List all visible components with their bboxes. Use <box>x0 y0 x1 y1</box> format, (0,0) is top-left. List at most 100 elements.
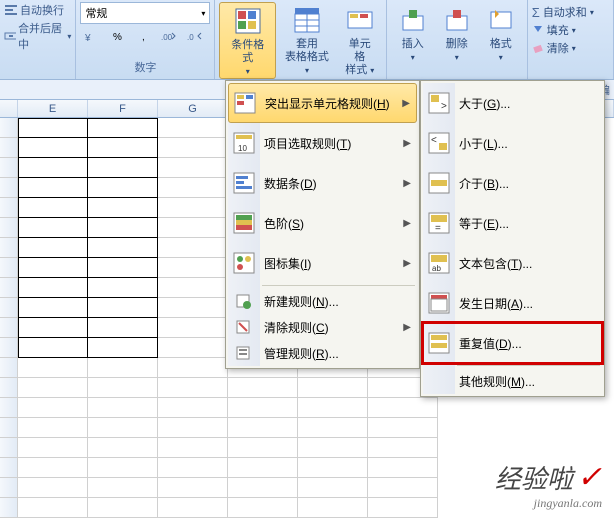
cell[interactable] <box>298 398 368 418</box>
comma-button[interactable]: , <box>132 26 154 48</box>
cell[interactable] <box>298 438 368 458</box>
menu-item[interactable]: 发生日期(A)... <box>423 283 602 323</box>
menu-item[interactable]: >大于(G)... <box>423 83 602 123</box>
cell[interactable] <box>228 478 298 498</box>
menu-item[interactable]: 突出显示单元格规则(H)▶ <box>228 83 417 123</box>
cell[interactable] <box>158 478 228 498</box>
cell[interactable] <box>88 478 158 498</box>
cell[interactable] <box>18 258 88 278</box>
cell[interactable] <box>18 358 88 378</box>
cell[interactable] <box>158 298 228 318</box>
cell[interactable] <box>298 378 368 398</box>
menu-item[interactable]: 数据条(D)▶ <box>228 163 417 203</box>
increase-decimal-button[interactable]: .00 <box>158 26 180 48</box>
menu-item[interactable]: 色阶(S)▶ <box>228 203 417 243</box>
menu-item[interactable]: ab文本包含(T)... <box>423 243 602 283</box>
menu-item-other-rules[interactable]: 其他规则(M)... <box>423 368 602 394</box>
cell[interactable] <box>88 378 158 398</box>
autosum-button[interactable]: Σ 自动求和▾ <box>532 4 594 20</box>
cell[interactable] <box>88 218 158 238</box>
cell[interactable] <box>18 158 88 178</box>
cell[interactable] <box>228 498 298 518</box>
cell[interactable] <box>88 458 158 478</box>
cell[interactable] <box>368 458 438 478</box>
cell[interactable] <box>298 418 368 438</box>
cell[interactable] <box>18 418 88 438</box>
cell[interactable] <box>158 438 228 458</box>
cell[interactable] <box>88 398 158 418</box>
cell[interactable] <box>298 498 368 518</box>
cell[interactable] <box>158 138 228 158</box>
cell[interactable] <box>18 498 88 518</box>
cell[interactable] <box>158 198 228 218</box>
cell[interactable] <box>158 338 228 358</box>
percent-button[interactable]: % <box>106 26 128 48</box>
cell[interactable] <box>228 438 298 458</box>
cell[interactable] <box>368 418 438 438</box>
cell[interactable] <box>158 258 228 278</box>
cell[interactable] <box>158 238 228 258</box>
conditional-formatting-button[interactable]: 条件格式 ▾ <box>219 2 276 79</box>
wrap-text-button[interactable]: 自动换行 <box>4 2 64 18</box>
menu-item[interactable]: 10项目选取规则(T)▶ <box>228 123 417 163</box>
menu-item[interactable]: 图标集(I)▶ <box>228 243 417 283</box>
cell[interactable] <box>158 318 228 338</box>
cell[interactable] <box>158 278 228 298</box>
cell[interactable] <box>158 118 228 138</box>
cell[interactable] <box>88 338 158 358</box>
number-format-combo[interactable]: 常规 ▾ <box>80 2 210 24</box>
cell[interactable] <box>88 318 158 338</box>
cell[interactable] <box>18 318 88 338</box>
menu-item[interactable]: 清除规则(C)▶ <box>228 314 417 340</box>
menu-item[interactable]: 新建规则(N)... <box>228 288 417 314</box>
cell[interactable] <box>228 378 298 398</box>
cell[interactable] <box>88 138 158 158</box>
cell[interactable] <box>228 418 298 438</box>
cell[interactable] <box>18 378 88 398</box>
cell[interactable] <box>18 298 88 318</box>
col-header[interactable]: E <box>18 100 88 117</box>
cell[interactable] <box>18 198 88 218</box>
cell[interactable] <box>228 458 298 478</box>
cell[interactable] <box>18 278 88 298</box>
cell[interactable] <box>88 498 158 518</box>
cell[interactable] <box>18 338 88 358</box>
cell[interactable] <box>18 218 88 238</box>
cell[interactable] <box>18 118 88 138</box>
menu-item[interactable]: 介于(B)... <box>423 163 602 203</box>
cell[interactable] <box>18 478 88 498</box>
cell[interactable] <box>18 138 88 158</box>
cell[interactable] <box>88 278 158 298</box>
cell[interactable] <box>158 358 228 378</box>
clear-button[interactable]: 清除▾ <box>532 40 576 56</box>
delete-button[interactable]: 删除▾ <box>435 2 479 64</box>
cell[interactable] <box>158 218 228 238</box>
col-header[interactable]: F <box>88 100 158 117</box>
cell[interactable] <box>88 358 158 378</box>
menu-item[interactable]: =等于(E)... <box>423 203 602 243</box>
cell[interactable] <box>88 258 158 278</box>
cell[interactable] <box>88 198 158 218</box>
cell[interactable] <box>18 178 88 198</box>
cell[interactable] <box>158 178 228 198</box>
cell[interactable] <box>18 438 88 458</box>
cell[interactable] <box>158 498 228 518</box>
cell[interactable] <box>158 458 228 478</box>
cell[interactable] <box>298 458 368 478</box>
menu-item[interactable]: 重复值(D)... <box>423 323 602 363</box>
cell[interactable] <box>368 478 438 498</box>
cell[interactable] <box>88 418 158 438</box>
menu-item[interactable]: <小于(L)... <box>423 123 602 163</box>
menu-item[interactable]: 管理规则(R)... <box>228 340 417 366</box>
col-header[interactable]: G <box>158 100 228 117</box>
cell[interactable] <box>298 478 368 498</box>
cell-styles-button[interactable]: 单元格样式 ▾ <box>338 2 382 79</box>
cell[interactable] <box>88 178 158 198</box>
cell[interactable] <box>18 398 88 418</box>
format-as-table-button[interactable]: 套用表格格式 ▾ <box>276 2 338 79</box>
cell[interactable] <box>88 238 158 258</box>
cell[interactable] <box>88 158 158 178</box>
cell[interactable] <box>18 238 88 258</box>
cell[interactable] <box>158 418 228 438</box>
currency-button[interactable]: ¥ <box>80 26 102 48</box>
